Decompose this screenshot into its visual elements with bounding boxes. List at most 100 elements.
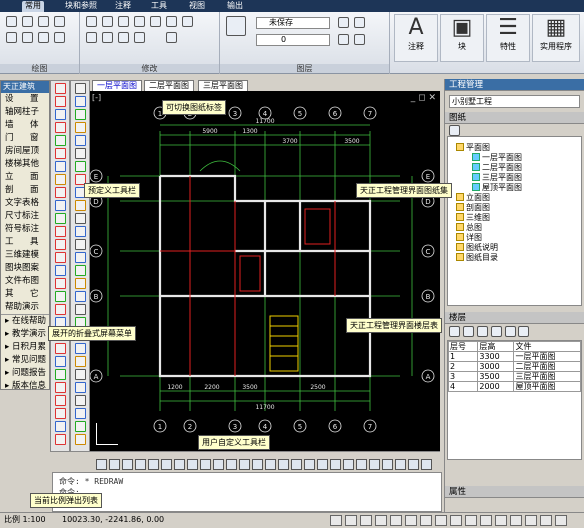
sheet-tree-node[interactable]: 图纸说明 [450, 243, 579, 253]
arc-icon[interactable] [38, 16, 49, 27]
command-prompt[interactable]: 命令: [59, 487, 435, 498]
status-toggle-icon[interactable] [405, 515, 417, 526]
toolbar-tool-icon[interactable] [74, 109, 86, 120]
toolbar-tool-icon[interactable] [54, 135, 66, 146]
status-toggle-icon[interactable] [360, 515, 372, 526]
palette-item[interactable]: 符号标注 [1, 223, 49, 236]
toolbar-tool-icon[interactable] [74, 252, 86, 263]
open-icon[interactable] [449, 326, 460, 337]
offset-icon[interactable] [134, 32, 145, 43]
user-tool-icon[interactable] [278, 459, 289, 470]
palette-item[interactable]: 工 具 [1, 236, 49, 249]
floor-row[interactable]: 4 2000 屋顶平面图 [447, 381, 581, 392]
status-toggle-icon[interactable] [525, 515, 537, 526]
status-toggle-icon[interactable] [480, 515, 492, 526]
sheet-tree-node[interactable]: 详图 [450, 233, 579, 243]
toolbar-tool-icon[interactable] [54, 434, 66, 445]
user-tool-icon[interactable] [252, 459, 263, 470]
status-toggle-icon[interactable] [510, 515, 522, 526]
project-dropdown[interactable]: 小别墅工程 [449, 95, 580, 108]
build-3d-icon[interactable] [476, 326, 488, 337]
layer-off-icon[interactable] [354, 34, 365, 45]
toolbar-tool-icon[interactable] [74, 213, 86, 224]
toolbar-tool-icon[interactable] [54, 161, 66, 172]
user-tool-icon[interactable] [148, 459, 159, 470]
user-tool-icon[interactable] [226, 459, 237, 470]
palette-item[interactable]: 其 它 [1, 288, 49, 301]
floor-cell[interactable]: 2000 [477, 381, 515, 392]
toolbar-tool-icon[interactable] [54, 239, 66, 250]
sheet-tree-node[interactable]: 二层平面图 [450, 163, 579, 173]
toolbar-tool-icon[interactable] [74, 278, 86, 289]
user-tool-icon[interactable] [174, 459, 185, 470]
user-tool-icon[interactable] [408, 459, 419, 470]
toolbar-tool-icon[interactable] [74, 369, 86, 380]
status-toggle-icon[interactable] [540, 515, 552, 526]
toolbar-tool-icon[interactable] [74, 239, 86, 250]
erase-icon[interactable] [166, 32, 177, 43]
user-tool-icon[interactable] [96, 459, 107, 470]
toolbar-tool-icon[interactable] [54, 395, 66, 406]
move-icon[interactable] [86, 16, 97, 27]
toolbar-tool-icon[interactable] [54, 265, 66, 276]
toolbar-tool-icon[interactable] [54, 278, 66, 289]
mirror-icon[interactable] [150, 16, 161, 27]
toolbar-tool-icon[interactable] [74, 421, 86, 432]
user-tool-icon[interactable] [135, 459, 146, 470]
toolbar-tool-icon[interactable] [54, 382, 66, 393]
sheet-tree-node[interactable]: 总图 [450, 223, 579, 233]
user-tool-icon[interactable] [304, 459, 315, 470]
utilities-button[interactable]: ▦ 实用程序 [532, 14, 580, 62]
toolbar-tool-icon[interactable] [74, 343, 86, 354]
layer-match-icon[interactable] [354, 17, 365, 28]
toolbar-tool-icon[interactable] [54, 122, 66, 133]
status-toggle-icon[interactable] [420, 515, 432, 526]
toolbar-tool-icon[interactable] [74, 122, 86, 133]
palette-help-item[interactable]: ▸ 在线帮助 [1, 315, 49, 328]
status-toggle-icon[interactable] [495, 515, 507, 526]
palette-help-item[interactable]: ▸ 常见问题 [1, 354, 49, 367]
toolbar-tool-icon[interactable] [74, 200, 86, 211]
floor-cell[interactable]: 一层平面图 [513, 351, 581, 362]
floor-cell[interactable]: 3500 [477, 371, 515, 382]
user-tool-icon[interactable] [317, 459, 328, 470]
toolbar-tool-icon[interactable] [54, 200, 66, 211]
sheet-tree-node[interactable]: 图纸目录 [450, 253, 579, 263]
sheet-tree-node[interactable]: 剖面图 [450, 203, 579, 213]
toolbar-tool-icon[interactable] [74, 226, 86, 237]
user-tool-icon[interactable] [265, 459, 276, 470]
toolbar-tool-icon[interactable] [74, 382, 86, 393]
user-tool-icon[interactable] [356, 459, 367, 470]
hatch-icon[interactable] [38, 32, 49, 43]
palette-help-item[interactable]: ▸ 教学演示 [1, 328, 49, 341]
user-tool-icon[interactable] [343, 459, 354, 470]
floor-cell[interactable]: 二层平面图 [513, 361, 581, 372]
palette-item[interactable]: 设 置 [1, 93, 49, 106]
toolbar-tool-icon[interactable] [74, 291, 86, 302]
user-tool-icon[interactable] [369, 459, 380, 470]
save-icon[interactable] [462, 326, 474, 337]
toolbar-tool-icon[interactable] [54, 213, 66, 224]
toolbar-tool-icon[interactable] [74, 148, 86, 159]
circle-icon[interactable] [22, 16, 33, 27]
toolbar-tool-icon[interactable] [54, 96, 66, 107]
status-toggle-icon[interactable] [465, 515, 477, 526]
user-tool-icon[interactable] [395, 459, 406, 470]
palette-item[interactable]: 图块图案 [1, 262, 49, 275]
status-toggle-icon[interactable] [375, 515, 387, 526]
check-icon[interactable] [518, 326, 530, 337]
status-toggle-icon[interactable] [450, 515, 462, 526]
toolbar-tool-icon[interactable] [74, 408, 86, 419]
rotate-icon[interactable] [102, 16, 113, 27]
palette-item[interactable]: 文字表格 [1, 197, 49, 210]
layer-dropdown[interactable]: 未保存 [256, 17, 330, 29]
user-tool-icon[interactable] [213, 459, 224, 470]
floors-header[interactable]: 楼层 [445, 312, 584, 324]
floor-col-header[interactable]: 文件 [513, 341, 581, 352]
properties-button[interactable]: ☰ 特性 [486, 14, 530, 62]
palette-item[interactable]: 三维建模 [1, 249, 49, 262]
toolbar-tool-icon[interactable] [54, 252, 66, 263]
palette-item[interactable]: 墙 体 [1, 119, 49, 132]
toolbar-tool-icon[interactable] [74, 395, 86, 406]
floor-cell[interactable]: 3 [447, 371, 479, 382]
